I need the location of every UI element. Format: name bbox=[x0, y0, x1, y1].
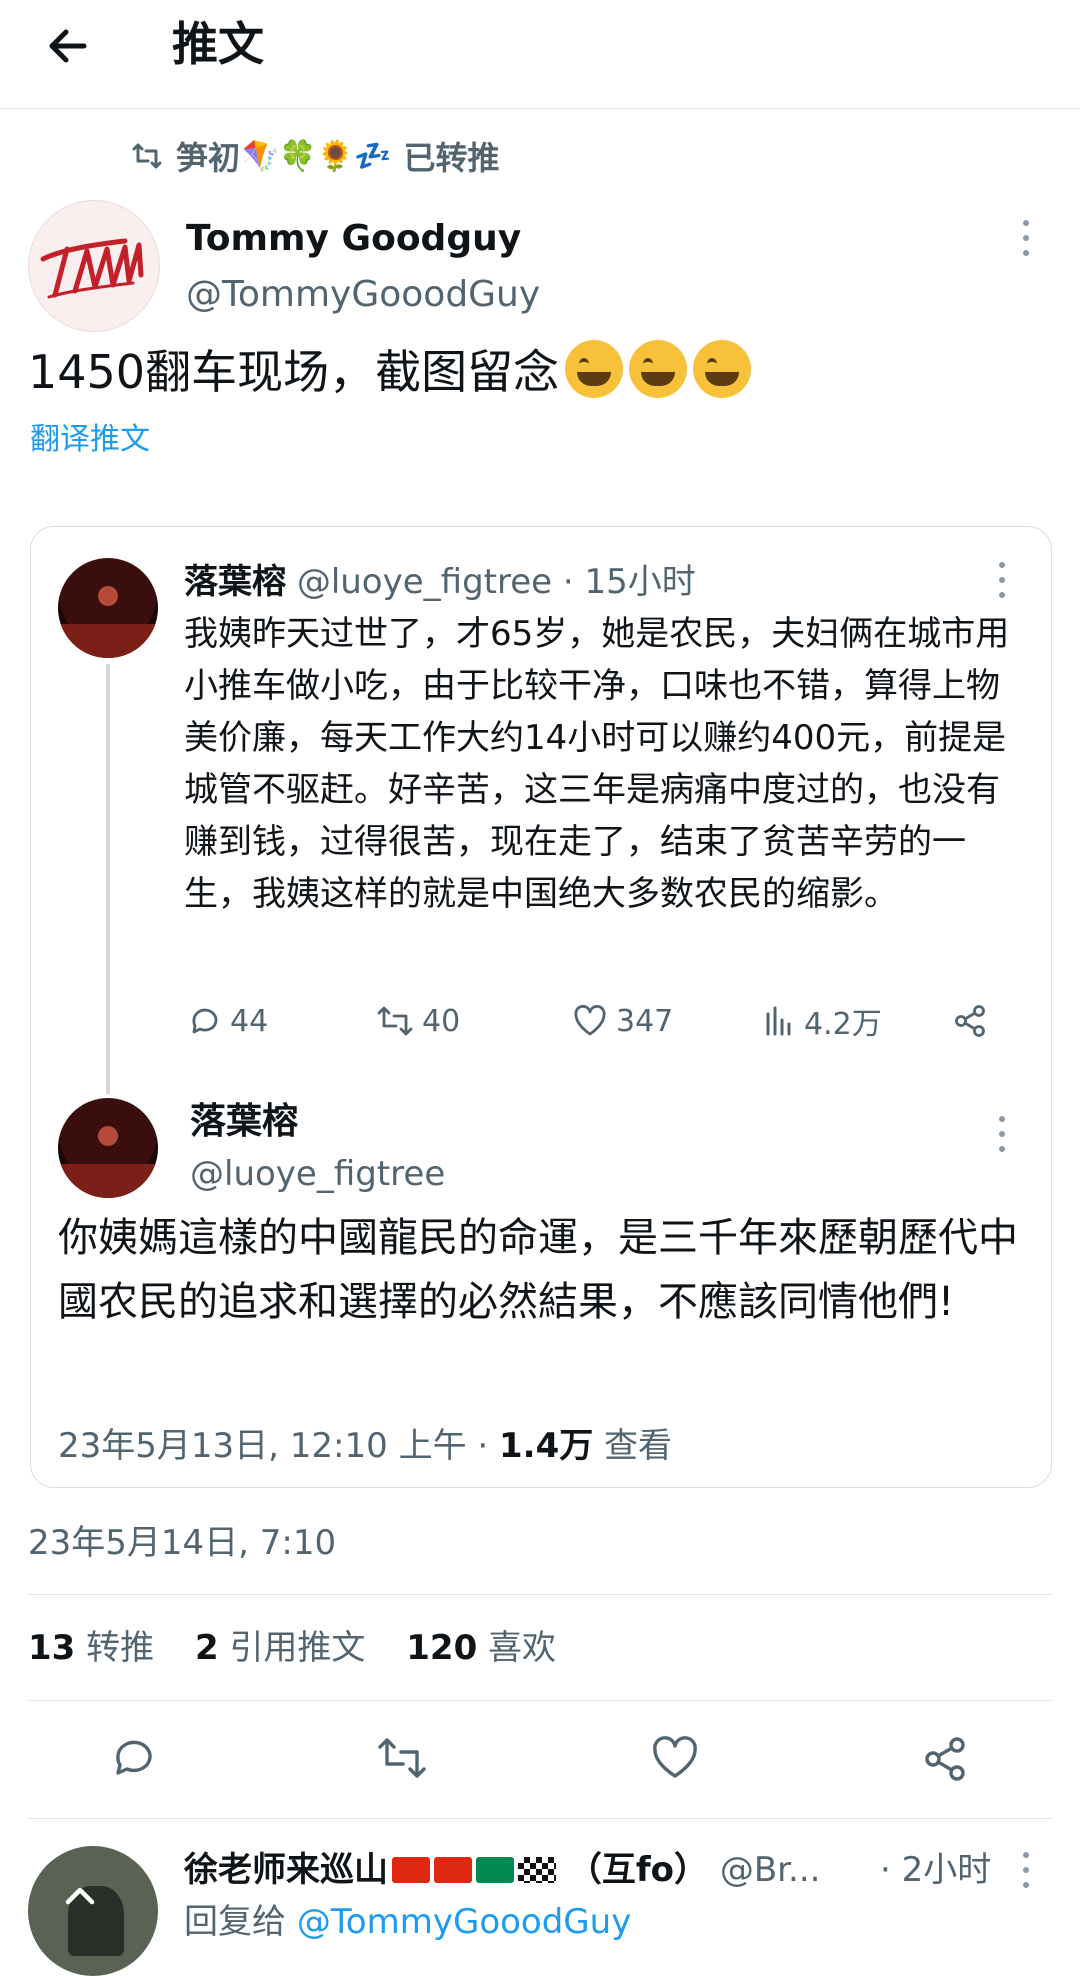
reply-author-suffix: （互fo） bbox=[567, 1850, 708, 1890]
divider bbox=[28, 1700, 1052, 1701]
retweeter-emoji: 🪁🍀🌻💤 bbox=[242, 138, 392, 174]
quote1-avatar[interactable] bbox=[58, 558, 158, 658]
quote2-avatar[interactable] bbox=[58, 1098, 158, 1198]
quote1-time: · 15小时 bbox=[562, 562, 696, 602]
quote1-views-button[interactable]: 4.2万 bbox=[762, 995, 882, 1047]
retweets-count: 13 bbox=[28, 1628, 76, 1668]
signature-logo bbox=[40, 238, 144, 299]
reply-to-line: 回复给 @TommyGooodGuy bbox=[184, 1898, 631, 1946]
quote1-retweet-count: 40 bbox=[422, 1003, 461, 1039]
divider bbox=[28, 1594, 1052, 1595]
top-bar bbox=[0, 0, 1080, 109]
quote1-reply-count: 44 bbox=[230, 1003, 269, 1039]
quote2-meta: 23年5月13日, 12:10 上午 · 1.4万 查看 bbox=[58, 1422, 672, 1470]
retweets-stat[interactable]: 13 转推 bbox=[28, 1628, 154, 1668]
tweet-timestamp[interactable]: 23年5月14日, 7:10 bbox=[28, 1520, 336, 1566]
views-chart-icon bbox=[766, 1006, 791, 1036]
quotes-label: 引用推文 bbox=[229, 1628, 366, 1668]
quote1-like-count: 347 bbox=[616, 1003, 674, 1039]
author-handle[interactable]: @TommyGooodGuy bbox=[186, 272, 540, 318]
reply-to-handle-link[interactable]: @TommyGooodGuy bbox=[297, 1902, 632, 1942]
quote2-view-count: 1.4万 bbox=[499, 1426, 594, 1466]
quote1-more-options-icon[interactable] bbox=[992, 562, 1012, 598]
quote1-retweet-button[interactable]: 40 bbox=[376, 995, 460, 1047]
hong-kong-flag-icon bbox=[434, 1857, 472, 1883]
china-flag-icon bbox=[392, 1857, 430, 1883]
quotes-stat[interactable]: 2 引用推文 bbox=[195, 1628, 365, 1668]
heart-icon[interactable] bbox=[650, 1734, 700, 1782]
retweeter-name: 笋初 bbox=[176, 139, 241, 177]
author-avatar[interactable] bbox=[28, 200, 160, 332]
reply-author-handle: @Br... bbox=[719, 1850, 821, 1890]
thread-connector-line bbox=[106, 664, 110, 1094]
reply-more-options-icon[interactable] bbox=[1016, 1852, 1036, 1888]
quote1-author-name[interactable]: 落葉榕 bbox=[184, 562, 286, 602]
retweet-icon bbox=[132, 143, 162, 169]
grinning-squinting-face-icon bbox=[565, 340, 624, 398]
retweet-icon[interactable] bbox=[376, 1734, 428, 1782]
tweet-text: 1450翻车现场，截图留念 bbox=[28, 340, 752, 402]
divider bbox=[28, 1818, 1052, 1819]
author-name[interactable]: Tommy Goodguy bbox=[186, 216, 521, 262]
quote2-date: 23年5月13日, 12:10 上午 · bbox=[58, 1426, 499, 1466]
quote2-text: 你姨媽這樣的中國龍民的命運，是三千年來歷朝歷代中國农民的追求和選擇的必然結果，不… bbox=[58, 1215, 1018, 1325]
tweet-text-content: 1450翻车现场，截图留念 bbox=[28, 345, 560, 399]
grinning-squinting-face-icon bbox=[629, 340, 688, 398]
likes-stat[interactable]: 120 喜欢 bbox=[406, 1628, 556, 1668]
scroll-up-chevron-icon[interactable] bbox=[62, 1878, 98, 1914]
quote1-action-bar: 44 40 347 4.2万 bbox=[184, 995, 1004, 1047]
likes-count: 120 bbox=[406, 1628, 478, 1668]
grinning-squinting-face-icon bbox=[693, 340, 752, 398]
retweet-label: 已转推 bbox=[403, 139, 500, 177]
back-arrow-icon[interactable] bbox=[44, 22, 92, 70]
likes-label: 喜欢 bbox=[488, 1628, 557, 1668]
translate-tweet-link[interactable]: 翻译推文 bbox=[30, 420, 150, 460]
reply-icon bbox=[192, 1008, 218, 1034]
macau-flag-icon bbox=[476, 1857, 514, 1883]
tweet-action-bar bbox=[0, 1730, 1080, 1790]
quotes-count: 2 bbox=[194, 1628, 219, 1668]
engagement-stats: 13 转推 2 引用推文 120 喜欢 bbox=[28, 1624, 556, 1672]
more-options-icon[interactable] bbox=[1016, 220, 1036, 256]
quote1-like-button[interactable]: 347 bbox=[572, 995, 673, 1047]
quote2-handle[interactable]: @luoye_figtree bbox=[190, 1150, 445, 1198]
page-title: 推文 bbox=[172, 17, 264, 71]
quote1-handle[interactable]: @luoye_figtree bbox=[297, 562, 552, 602]
heart-icon bbox=[574, 1004, 606, 1036]
quote2-more-options-icon[interactable] bbox=[992, 1116, 1012, 1152]
reply-time: · 2小时 bbox=[880, 1850, 992, 1890]
reply-icon[interactable] bbox=[110, 1734, 158, 1782]
quote1-share-button[interactable] bbox=[952, 995, 996, 1047]
quote1-text: 我姨昨天过世了，才65岁，她是农民，夫妇俩在城市用小推车做小吃，由于比较干净，口… bbox=[184, 614, 1010, 914]
retweets-label: 转推 bbox=[86, 1628, 155, 1668]
reply-to-prefix: 回复给 bbox=[184, 1902, 297, 1942]
reply-author-name: 徐老师来巡山 bbox=[184, 1850, 388, 1890]
retweet-indicator[interactable]: 笋初 🪁🍀🌻💤 已转推 bbox=[132, 134, 499, 178]
quote2-author-name[interactable]: 落葉榕 bbox=[190, 1098, 298, 1146]
checkered-flag-icon bbox=[518, 1857, 556, 1883]
reply-author[interactable]: 徐老师来巡山 （互fo） @Br... bbox=[184, 1846, 820, 1894]
share-icon bbox=[955, 1005, 985, 1037]
quote2-view-label: 查看 bbox=[593, 1426, 673, 1466]
quote1-views-count: 4.2万 bbox=[804, 1007, 882, 1042]
share-icon[interactable] bbox=[920, 1734, 970, 1784]
quote1-reply-button[interactable]: 44 bbox=[188, 995, 268, 1047]
retweet-icon bbox=[377, 1006, 413, 1036]
quote1-header: 落葉榕 @luoye_figtree · 15小时 bbox=[184, 558, 696, 606]
